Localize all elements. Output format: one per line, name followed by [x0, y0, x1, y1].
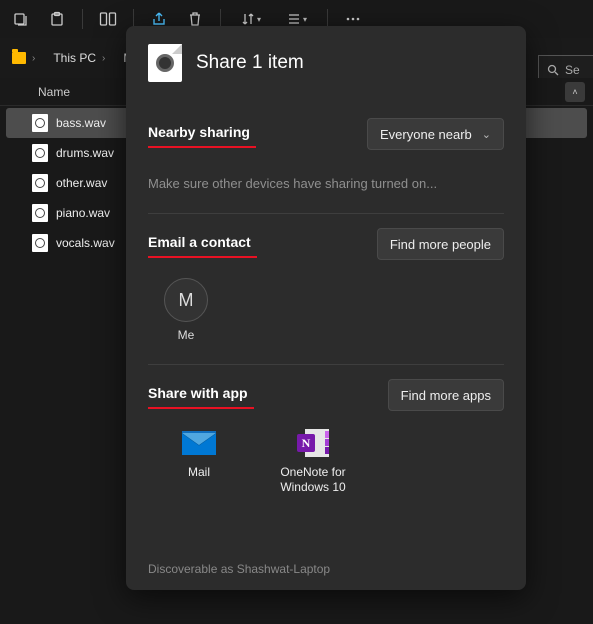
share-title: Share 1 item [196, 52, 304, 74]
separator [82, 9, 83, 29]
audio-file-icon [32, 234, 48, 252]
search-icon [547, 64, 559, 76]
file-name: other.wav [56, 176, 107, 190]
nearby-sharing-heading: Nearby sharing [148, 124, 250, 144]
share-dialog: Share 1 item Nearby sharing Everyone nea… [126, 26, 526, 590]
paste-button[interactable] [40, 4, 74, 34]
breadcrumb-root[interactable]: › [6, 49, 41, 67]
share-footer: Discoverable as Shashwat-Laptop [148, 556, 504, 580]
share-app-row: Share with app Find more apps [148, 379, 504, 411]
svg-text:N: N [302, 436, 311, 450]
find-more-apps-button[interactable]: Find more apps [388, 379, 504, 411]
share-app-heading: Share with app [148, 385, 248, 405]
mail-icon [180, 427, 218, 459]
file-name: drums.wav [56, 146, 114, 160]
avatar: M [164, 278, 208, 322]
nearby-sharing-dropdown[interactable]: Everyone nearb ⌄ [367, 118, 504, 150]
dropdown-value: Everyone nearb [380, 127, 472, 142]
avatar-initial: M [179, 290, 194, 311]
column-sort-button[interactable]: ˄ [565, 82, 585, 102]
contact-name: Me [178, 328, 195, 342]
new-tab-button[interactable] [4, 4, 38, 34]
file-name: bass.wav [56, 116, 106, 130]
file-name: vocals.wav [56, 236, 115, 250]
layout-button[interactable] [91, 4, 125, 34]
chevron-down-icon: ▾ [257, 15, 261, 24]
file-name: piano.wav [56, 206, 110, 220]
search-placeholder: Se [565, 63, 580, 77]
audio-file-icon [32, 174, 48, 192]
button-label: Find more people [390, 237, 491, 252]
divider [148, 364, 504, 365]
chevron-down-icon: ⌄ [482, 128, 491, 141]
share-header: Share 1 item [148, 44, 504, 82]
app-onenote[interactable]: N OneNote for Windows 10 [270, 427, 356, 495]
button-label: Find more apps [401, 388, 491, 403]
app-label: OneNote for Windows 10 [270, 465, 356, 495]
breadcrumb-label: This PC [53, 51, 96, 65]
contact-me[interactable]: M Me [156, 278, 216, 342]
chevron-right-icon: › [32, 53, 35, 64]
column-name-header: Name [0, 85, 70, 99]
folder-icon [12, 52, 26, 64]
onenote-icon: N [294, 427, 332, 459]
audio-file-icon [32, 114, 48, 132]
app-label: Mail [188, 465, 210, 480]
chevron-down-icon: ▾ [303, 15, 307, 24]
find-more-people-button[interactable]: Find more people [377, 228, 504, 260]
breadcrumb-this-pc[interactable]: This PC › [47, 48, 111, 68]
nearby-sharing-row: Nearby sharing Everyone nearb ⌄ [148, 118, 504, 150]
email-contact-row: Email a contact Find more people [148, 228, 504, 260]
nearby-sharing-hint: Make sure other devices have sharing tur… [148, 176, 504, 191]
share-thumbnail [148, 44, 182, 82]
divider [148, 213, 504, 214]
email-contact-heading: Email a contact [148, 234, 251, 254]
audio-file-icon [32, 204, 48, 222]
audio-file-icon [32, 144, 48, 162]
app-mail[interactable]: Mail [156, 427, 242, 495]
apps-list: Mail N OneNote for Windows 10 [156, 427, 504, 495]
chevron-right-icon: › [102, 53, 105, 64]
